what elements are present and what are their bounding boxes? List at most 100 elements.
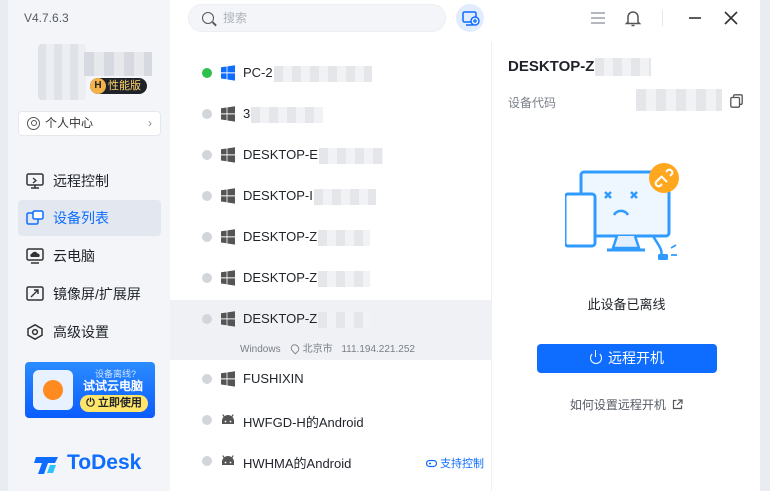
redacted-text <box>251 106 324 123</box>
device-list: PC-2 3 DESKTOP-E DESKTOP-I DESKTOP-Z DES… <box>170 42 492 491</box>
device-row[interactable]: 3 <box>170 95 491 136</box>
add-device-icon <box>462 11 480 26</box>
minimize-icon[interactable] <box>685 8 705 28</box>
nav-advanced-settings[interactable]: 高级设置 <box>18 314 161 350</box>
android-icon <box>222 455 234 465</box>
search-box[interactable] <box>188 4 446 32</box>
help-link-label: 如何设置远程开机 <box>569 398 666 412</box>
detail-title: DESKTOP-Z <box>508 58 652 77</box>
offline-status-dot <box>202 456 212 466</box>
mirror-screen-icon <box>26 286 44 301</box>
device-name: HWHMA的Android <box>243 456 352 471</box>
redacted-text <box>595 58 652 77</box>
windows-icon <box>221 270 235 286</box>
menu-icon[interactable] <box>588 8 608 28</box>
windows-icon <box>221 65 235 81</box>
search-input[interactable] <box>223 8 423 28</box>
device-row[interactable]: FUSHIXIN <box>170 360 491 401</box>
controller-icon <box>425 459 438 468</box>
external-link-icon <box>673 399 683 410</box>
nav-label: 镜像屏/扩展屏 <box>53 286 141 302</box>
device-row[interactable]: HWFGD-H的Android <box>170 401 491 442</box>
offline-status-text: 此设备已离线 <box>587 297 666 312</box>
cloud-pc-icon <box>26 248 44 264</box>
nav-mirror-screen[interactable]: 镜像屏/扩展屏 <box>18 276 161 312</box>
nav-label: 远程控制 <box>53 173 109 189</box>
nav-device-list[interactable]: 设备列表 <box>18 200 161 236</box>
nav-label: 高级设置 <box>53 324 109 340</box>
gear-icon <box>27 324 43 340</box>
offline-status-dot <box>202 191 212 201</box>
use-now-label: 立即使用 <box>97 397 142 409</box>
windows-icon <box>221 106 235 122</box>
support-control-tag: 支持控制 <box>425 455 484 471</box>
windows-icon <box>221 371 235 387</box>
todesk-logo-icon <box>34 457 58 474</box>
device-name: DESKTOP-E <box>243 147 383 164</box>
redacted-text <box>318 311 371 328</box>
chevron-right-icon: › <box>148 116 152 130</box>
username-redacted <box>84 52 152 76</box>
badge-letter: H <box>90 78 106 94</box>
sidebar: V4.7.6.3 H 性能版 个人中心 › 远程控制 设备列表 云电脑 镜像屏/… <box>8 0 170 491</box>
performance-badge: H 性能版 <box>90 78 147 94</box>
cloud-pc-promo-banner[interactable]: 设备离线? 试试云电脑 ⏻ 立即使用 <box>25 362 155 418</box>
device-row-selected[interactable]: DESKTOP-Z Windows 北京市 111.194.221.252 <box>170 300 491 360</box>
app-window: V4.7.6.3 H 性能版 个人中心 › 远程控制 设备列表 云电脑 镜像屏/… <box>8 0 760 491</box>
power-icon: ⏻ <box>86 397 95 409</box>
redacted-text <box>273 65 372 82</box>
search-icon <box>202 12 214 24</box>
windows-icon <box>221 229 235 245</box>
offline-status-dot <box>202 109 212 119</box>
location-pin-icon <box>288 342 301 355</box>
power-icon <box>590 350 602 364</box>
windows-icon <box>221 311 235 327</box>
nav-cloud-pc[interactable]: 云电脑 <box>18 238 161 274</box>
remote-power-on-button[interactable]: 远程开机 <box>537 344 717 373</box>
power-on-label: 远程开机 <box>608 350 664 366</box>
redacted-text <box>313 188 376 205</box>
device-row[interactable]: DESKTOP-Z <box>170 259 491 300</box>
cloud-pc-illustration-icon <box>33 370 73 410</box>
user-center-button[interactable]: 个人中心 › <box>18 111 161 136</box>
monitor-remote-icon <box>26 173 44 189</box>
use-now-button[interactable]: ⏻ 立即使用 <box>80 395 148 412</box>
offline-status-dot <box>202 150 212 160</box>
device-row[interactable]: DESKTOP-I <box>170 177 491 218</box>
bell-icon[interactable] <box>623 8 643 28</box>
device-list-icon <box>26 210 44 225</box>
top-bar <box>170 0 760 42</box>
device-name: DESKTOP-Z <box>243 270 371 287</box>
device-row[interactable]: DESKTOP-Z <box>170 218 491 259</box>
add-device-button[interactable] <box>456 4 484 32</box>
device-location: 北京市 <box>302 344 333 355</box>
version-label: V4.7.6.3 <box>24 11 69 25</box>
offline-status-dot <box>202 374 212 384</box>
device-row[interactable]: DESKTOP-E <box>170 136 491 177</box>
device-code-redacted <box>636 89 722 111</box>
device-os-label: Windows <box>240 344 281 355</box>
device-name: PC-2 <box>243 65 372 82</box>
offline-status-dot <box>202 273 212 283</box>
copy-icon[interactable] <box>730 94 743 108</box>
offline-status-dot <box>202 415 212 425</box>
how-to-power-on-link[interactable]: 如何设置远程开机 <box>493 396 760 413</box>
device-row[interactable]: PC-2 <box>170 54 491 95</box>
nav-label: 云电脑 <box>53 248 95 264</box>
nav-remote-control[interactable]: 远程控制 <box>18 163 161 199</box>
device-meta: Windows 北京市 111.194.221.252 <box>240 340 415 355</box>
close-icon[interactable] <box>721 8 741 28</box>
device-name: DESKTOP-Z <box>243 311 371 328</box>
windows-icon <box>221 147 235 163</box>
user-center-label: 个人中心 <box>45 116 94 130</box>
offline-status-dot <box>202 314 212 324</box>
toolbar-divider <box>662 10 663 26</box>
nav-label: 设备列表 <box>53 210 109 226</box>
device-row[interactable]: HWHMA的Android 支持控制 <box>170 442 491 483</box>
redacted-text <box>318 270 371 287</box>
device-name: HWFGD-H的Android <box>243 415 364 430</box>
user-icon <box>27 117 40 130</box>
redacted-text <box>318 147 383 164</box>
online-status-dot <box>202 68 212 78</box>
avatar[interactable] <box>38 44 86 100</box>
